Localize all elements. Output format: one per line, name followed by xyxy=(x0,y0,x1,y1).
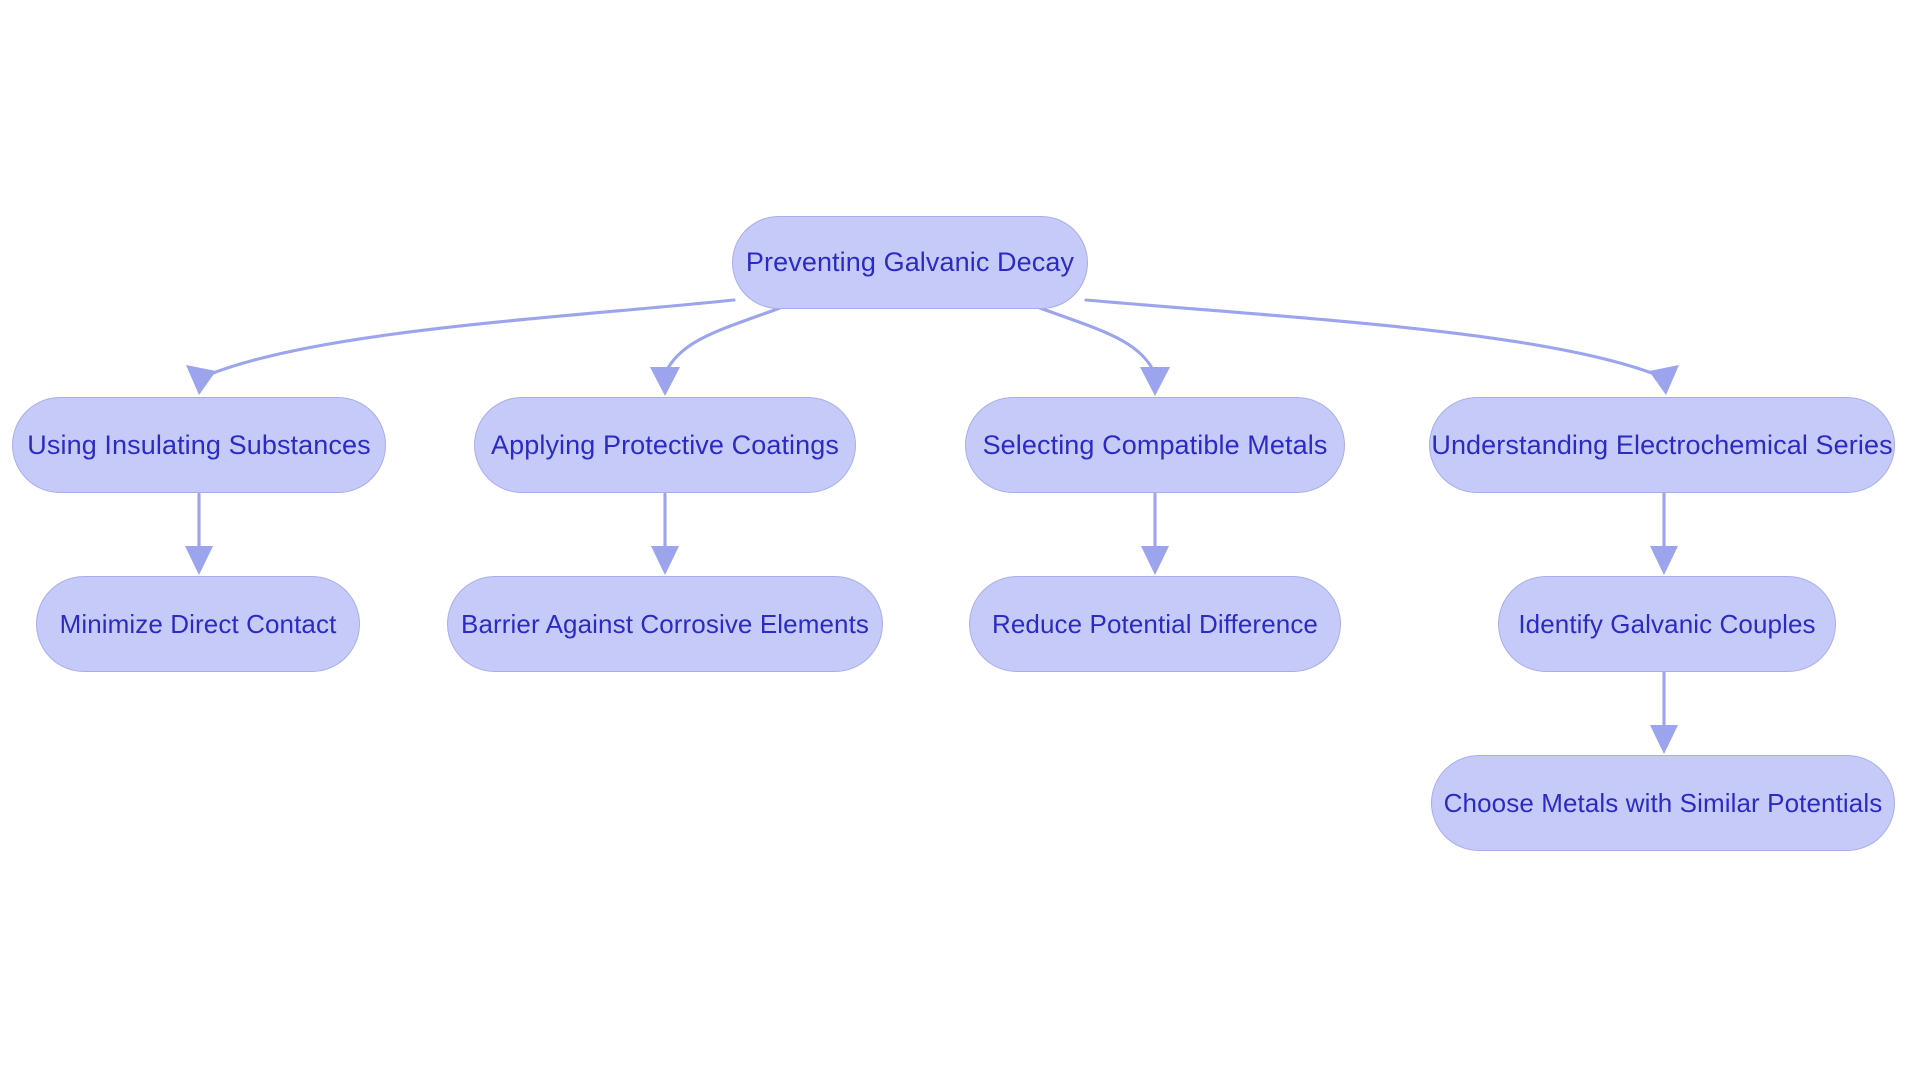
node-label: Understanding Electrochemical Series xyxy=(1431,429,1893,460)
edge-understanding-electrochemical-series-to-identify-galvanic-couples xyxy=(1650,492,1678,575)
edge-identify-galvanic-couples-to-choose-metals-with-similar-potentials xyxy=(1650,671,1678,754)
edge-using-insulating-substances-to-minimize-direct-contact xyxy=(185,492,213,575)
node-applying-protective-coatings[interactable]: Applying Protective Coatings xyxy=(474,397,856,493)
edge-selecting-compatible-metals-to-reduce-potential-difference xyxy=(1141,492,1169,575)
edge-applying-protective-coatings-to-barrier-against-corrosive-elements xyxy=(651,492,679,575)
node-label: Reduce Potential Difference xyxy=(992,609,1318,639)
edge-root-to-understanding-electrochemical-series xyxy=(1084,298,1679,395)
node-label: Using Insulating Substances xyxy=(27,429,371,460)
node-label: Selecting Compatible Metals xyxy=(982,429,1328,460)
flowchart-canvas: Preventing Galvanic Decay Using Insulati… xyxy=(0,0,1920,1080)
node-using-insulating-substances[interactable]: Using Insulating Substances xyxy=(12,397,386,493)
node-understanding-electrochemical-series[interactable]: Understanding Electrochemical Series xyxy=(1429,397,1895,493)
node-identify-galvanic-couples[interactable]: Identify Galvanic Couples xyxy=(1498,576,1836,672)
edge-layer xyxy=(185,298,1679,754)
node-label: Choose Metals with Similar Potentials xyxy=(1443,788,1883,818)
node-preventing-galvanic-decay[interactable]: Preventing Galvanic Decay xyxy=(732,216,1088,309)
node-choose-metals-with-similar-potentials[interactable]: Choose Metals with Similar Potentials xyxy=(1431,755,1895,851)
node-reduce-potential-difference[interactable]: Reduce Potential Difference xyxy=(969,576,1341,672)
node-label: Barrier Against Corrosive Elements xyxy=(461,609,869,639)
node-label: Identify Galvanic Couples xyxy=(1518,609,1816,639)
node-selecting-compatible-metals[interactable]: Selecting Compatible Metals xyxy=(965,397,1345,493)
edge-root-to-selecting-compatible-metals xyxy=(1038,306,1170,396)
node-label: Minimize Direct Contact xyxy=(59,609,337,639)
node-label: Applying Protective Coatings xyxy=(491,429,839,460)
node-minimize-direct-contact[interactable]: Minimize Direct Contact xyxy=(36,576,360,672)
edge-root-to-using-insulating-substances xyxy=(186,298,736,395)
node-label: Preventing Galvanic Decay xyxy=(745,247,1075,277)
node-barrier-against-corrosive-elements[interactable]: Barrier Against Corrosive Elements xyxy=(447,576,883,672)
edge-root-to-applying-protective-coatings xyxy=(650,306,782,396)
